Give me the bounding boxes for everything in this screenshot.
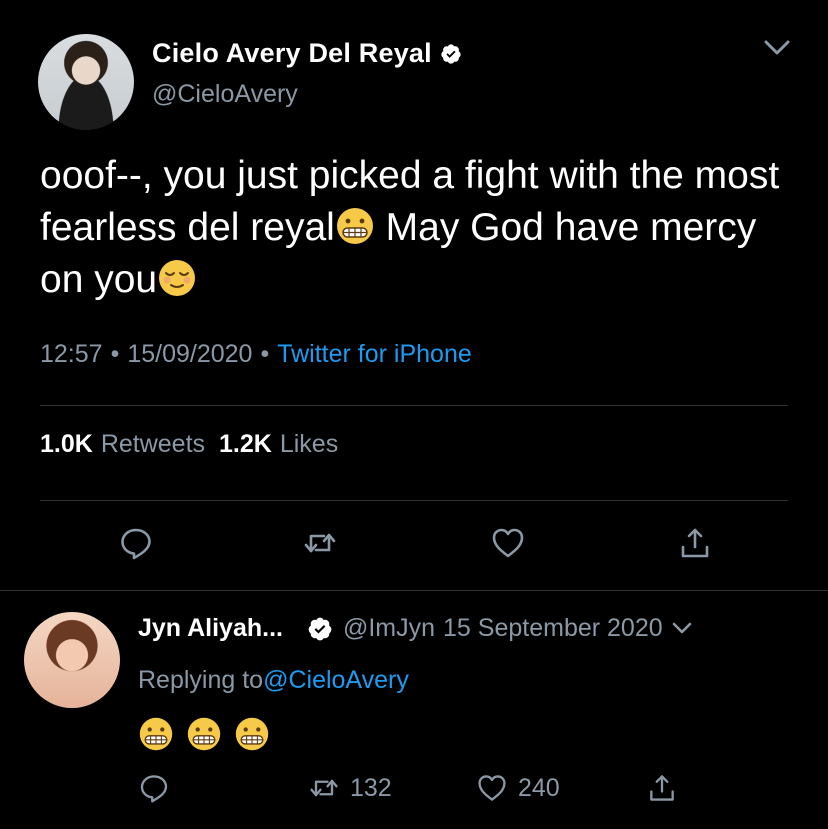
tweet-stats: 1.0K Retweets 1.2K Likes — [40, 430, 344, 459]
reply-text — [138, 716, 270, 752]
divider — [40, 405, 788, 406]
retweet-icon — [310, 779, 338, 797]
verified-badge-icon — [308, 617, 332, 640]
author-display-name[interactable]: Cielo Avery Del Reyal — [152, 38, 432, 69]
like-label[interactable]: Likes — [280, 430, 338, 459]
section-divider — [0, 590, 828, 591]
heart-icon — [478, 775, 506, 801]
tweet-date: 15/09/2020 — [127, 340, 253, 368]
tweet-meta: 12:57 • 15/09/2020 • Twitter for iPhone — [40, 340, 472, 369]
grimacing-face-emoji-icon — [235, 717, 269, 751]
author-row: Cielo Avery Del Reyal — [152, 38, 462, 69]
tweet-source-link[interactable]: Twitter for iPhone — [277, 340, 472, 369]
like-count[interactable]: 1.2K — [219, 430, 272, 459]
retweet-icon[interactable] — [302, 525, 338, 561]
reply-avatar[interactable] — [24, 612, 120, 708]
avatar[interactable] — [38, 34, 134, 130]
chevron-down-icon[interactable] — [762, 38, 792, 58]
grimacing-face-emoji-icon — [336, 208, 373, 244]
replying-to-mention[interactable]: @CieloAvery — [263, 666, 409, 694]
tweet-text: ooof--, you just picked a fight with the… — [40, 150, 800, 306]
reply-icon[interactable] — [118, 525, 154, 561]
retweet-label[interactable]: Retweets — [101, 430, 205, 459]
meta-separator: • — [110, 340, 120, 368]
reply-icon — [140, 775, 168, 803]
chevron-down-icon[interactable] — [671, 621, 693, 637]
replying-to-label: Replying to — [138, 666, 264, 694]
reply-actions: 132 240 — [0, 772, 828, 812]
reply-display-name[interactable]: Jyn Aliyah... — [138, 614, 283, 643]
heart-icon[interactable] — [490, 525, 526, 561]
retweet-count[interactable]: 1.0K — [40, 430, 93, 459]
reply-header: Jyn Aliyah... @ImJyn 15 September 2020 — [138, 614, 693, 643]
reply-like-button[interactable]: 240 — [476, 772, 560, 804]
reply-handle[interactable]: @ImJyn — [343, 614, 435, 643]
reply-date: 15 September 2020 — [443, 614, 663, 642]
share-icon[interactable] — [677, 525, 713, 561]
main-tweet: Cielo Avery Del Reyal @CieloAvery ooof--… — [0, 0, 828, 592]
tweet-actions — [0, 525, 828, 565]
grimacing-face-emoji-icon — [187, 717, 221, 751]
share-icon — [650, 775, 674, 801]
reply-retweet-button[interactable]: 132 — [308, 772, 392, 804]
divider — [40, 500, 788, 501]
grimacing-face-emoji-icon — [139, 717, 173, 751]
tweet-time: 12:57 — [40, 340, 103, 368]
reply-share-button[interactable] — [646, 772, 678, 804]
relieved-face-emoji-icon — [159, 260, 196, 296]
reply-like-count: 240 — [518, 773, 560, 802]
meta-separator: • — [260, 340, 270, 368]
author-handle[interactable]: @CieloAvery — [152, 80, 298, 109]
replying-to: Replying to@CieloAvery — [138, 666, 409, 695]
reply-retweet-count: 132 — [350, 773, 392, 802]
reply-reply-button[interactable] — [138, 772, 170, 804]
verified-badge-icon — [441, 43, 461, 64]
